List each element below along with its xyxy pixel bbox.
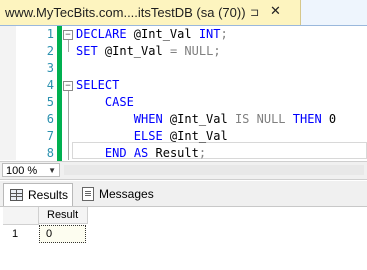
document-tab-bar: www.MyTecBits.com....itsTestDB (sa (70))…: [0, 0, 367, 26]
change-marker: [57, 111, 62, 128]
zoom-value: 100 %: [6, 165, 38, 177]
zoom-select[interactable]: 100 % ▼: [2, 163, 60, 177]
code-token: @Int_Val: [162, 129, 228, 143]
code-token: @Int_Val: [97, 44, 170, 58]
query-editor[interactable]: 1− DECLARE @Int_Val INT; 2 SET @Int_Val = N…: [0, 26, 367, 162]
change-marker: [57, 145, 62, 162]
code-token: @Int_Val: [126, 27, 199, 41]
code-token: END: [104, 146, 127, 160]
code-text: END AS Result;: [76, 145, 206, 162]
code-line[interactable]: 8 END AS Result;: [0, 145, 367, 162]
tab-messages-label: Messages: [99, 187, 154, 201]
line-number: 6: [46, 112, 54, 126]
chevron-down-icon: ▼: [48, 166, 56, 175]
code-line[interactable]: 6 WHEN @Int_Val IS NULL THEN 0: [0, 111, 367, 128]
tab-messages[interactable]: Messages: [80, 183, 160, 205]
code-token: SELECT: [76, 78, 120, 92]
code-token: 0: [321, 112, 337, 126]
code-line[interactable]: 3: [0, 60, 367, 77]
change-marker: [57, 43, 62, 60]
code-token: Result: [148, 146, 199, 160]
code-token: AS: [133, 146, 149, 160]
code-token: DECLARE: [76, 27, 127, 41]
code-token: THEN: [292, 112, 322, 126]
line-number: 8: [46, 146, 54, 160]
query-tab[interactable]: www.MyTecBits.com....itsTestDB (sa (70))…: [0, 0, 301, 25]
code-token: SET: [76, 44, 98, 58]
query-tab-title: www.MyTecBits.com....itsTestDB (sa (70)): [5, 5, 246, 20]
code-text: SET @Int_Val = NULL;: [76, 43, 221, 60]
code-token: @Int_Val: [162, 112, 235, 126]
code-line[interactable]: 4− SELECT: [0, 77, 367, 94]
grid-icon: [10, 189, 23, 201]
code-line[interactable]: 5 CASE: [0, 94, 367, 111]
code-token: ;: [198, 146, 207, 160]
change-marker: [57, 128, 62, 145]
code-token: INT: [198, 27, 221, 41]
pin-icon[interactable]: ⊐: [250, 6, 259, 19]
close-icon[interactable]: ✕: [270, 4, 281, 19]
code-text: ELSE @Int_Val: [76, 128, 228, 145]
row-number[interactable]: 1: [3, 225, 38, 243]
change-marker: [57, 77, 62, 94]
line-number: 7: [46, 129, 54, 143]
results-grid: Result 1 0: [0, 207, 367, 270]
code-token: ;: [220, 27, 228, 41]
code-text: DECLARE @Int_Val INT;: [76, 26, 228, 43]
code-line[interactable]: 7 ELSE @Int_Val: [0, 128, 367, 145]
tab-results[interactable]: Results: [3, 183, 73, 206]
code-line[interactable]: 2 SET @Int_Val = NULL;: [0, 43, 367, 60]
line-number: 5: [46, 95, 54, 109]
code-token: CASE: [104, 95, 134, 109]
code-token: WHEN: [133, 112, 163, 126]
tab-results-label: Results: [28, 188, 69, 202]
code-line[interactable]: 1− DECLARE @Int_Val INT;: [0, 26, 367, 43]
line-number: 1: [46, 27, 54, 41]
column-header-result[interactable]: Result: [39, 207, 88, 224]
line-number: 2: [46, 44, 54, 58]
collapse-icon[interactable]: −: [63, 81, 73, 91]
line-number: 3: [46, 61, 54, 75]
change-marker: [57, 60, 62, 77]
line-number: 4: [46, 78, 54, 92]
zoom-bar: 100 % ▼: [0, 161, 367, 180]
collapse-icon[interactable]: −: [63, 30, 73, 40]
code-token: NULL: [184, 44, 214, 58]
code-text: SELECT: [76, 77, 119, 94]
change-marker: [57, 26, 62, 43]
messages-icon: [82, 187, 94, 201]
code-text: CASE: [76, 94, 134, 111]
grid-corner[interactable]: [3, 207, 39, 225]
horizontal-scrollbar[interactable]: [64, 165, 364, 175]
code-token: IS NULL: [234, 112, 286, 126]
code-token: ELSE: [133, 129, 163, 143]
results-tab-bar: Results Messages: [0, 181, 367, 207]
code-token: ;: [213, 44, 221, 58]
code-text: WHEN @Int_Val IS NULL THEN 0: [76, 111, 336, 128]
change-marker: [57, 94, 62, 111]
result-cell[interactable]: 0: [39, 225, 86, 243]
